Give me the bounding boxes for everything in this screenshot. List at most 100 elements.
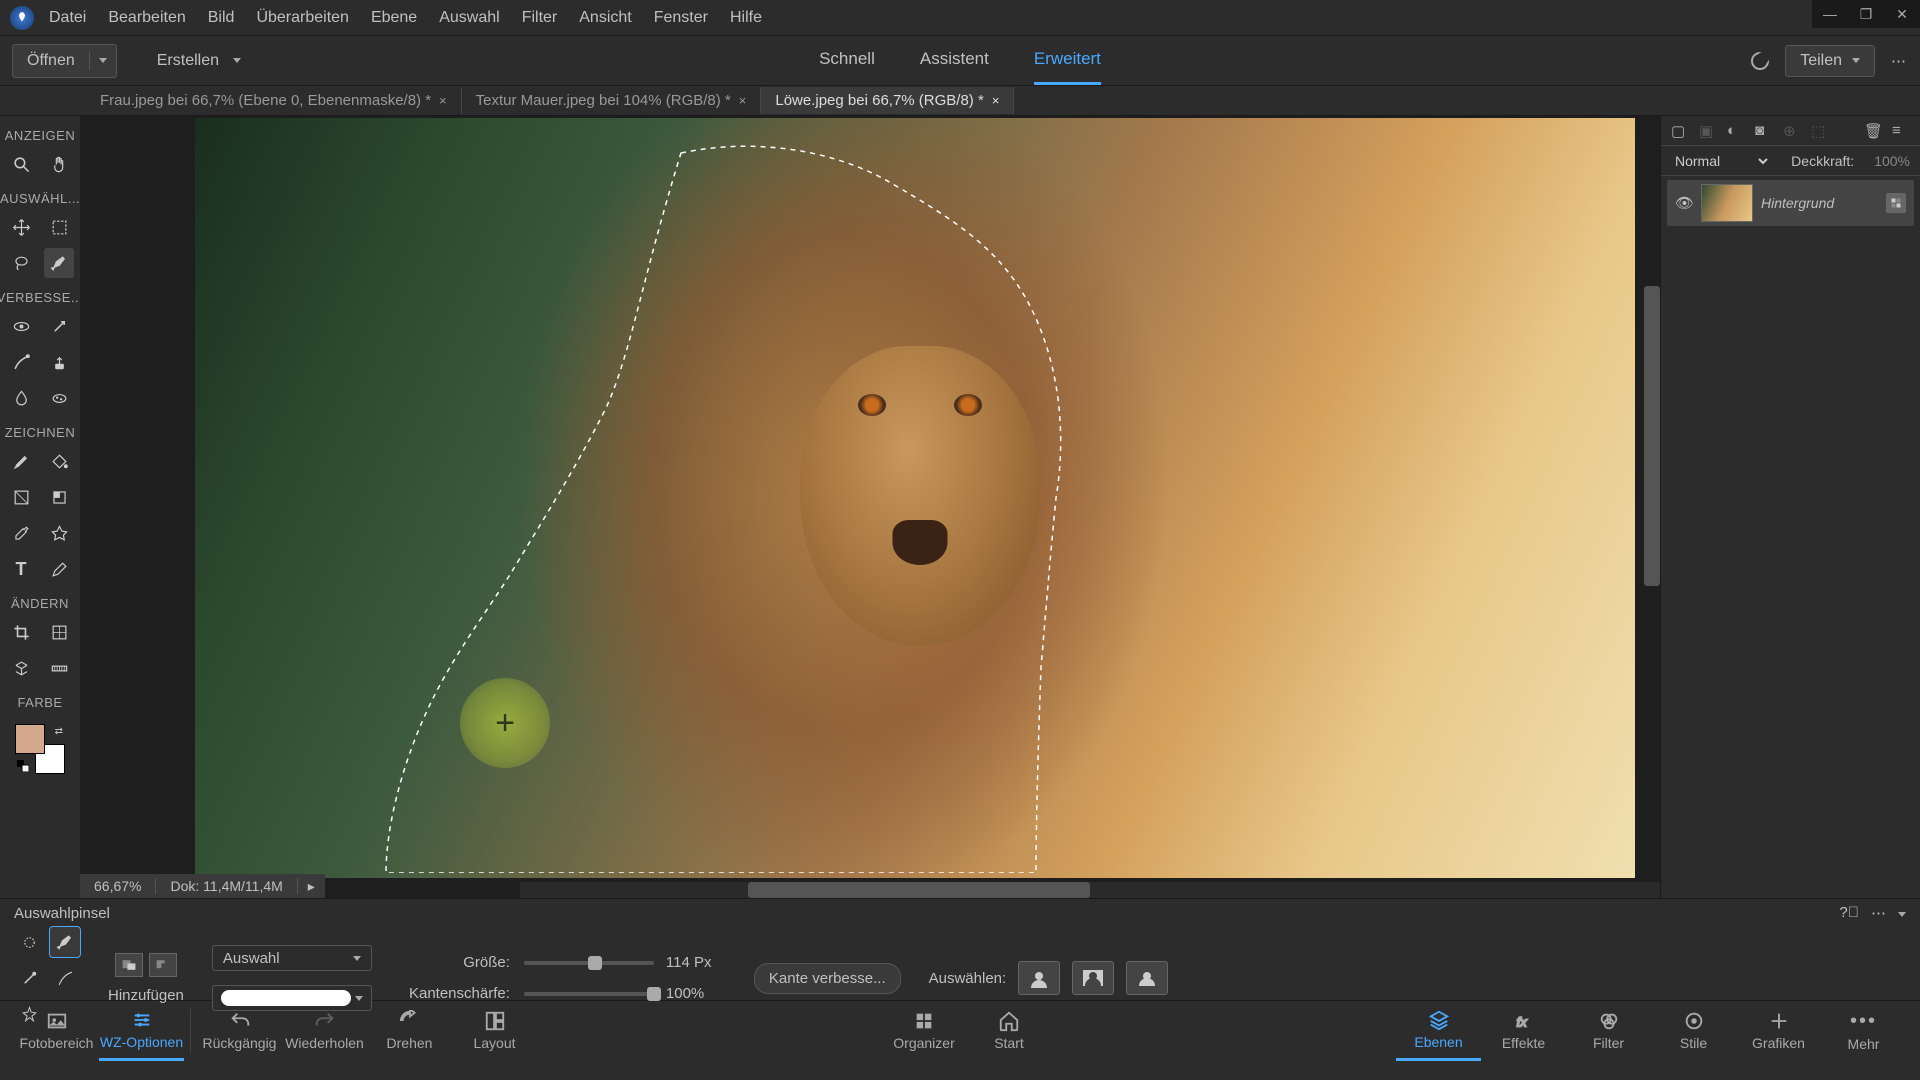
adjustment-layer-icon[interactable]: ◐ xyxy=(1727,122,1745,140)
content-aware-tool[interactable] xyxy=(6,653,36,683)
taskbar-organizer[interactable]: Organizer xyxy=(882,1001,967,1061)
document-tab-2[interactable]: Löwe.jpeg bei 66,7% (RGB/8) * × xyxy=(761,87,1014,114)
menu-ebene[interactable]: Ebene xyxy=(371,9,417,27)
tab-close-button[interactable]: × xyxy=(992,93,1000,108)
redeye-tool[interactable] xyxy=(6,311,36,341)
zoom-level[interactable]: 66,67% xyxy=(80,878,156,894)
brush-tool[interactable] xyxy=(6,446,36,476)
smart-brush-tool[interactable] xyxy=(6,347,36,377)
taskbar-wiederholen[interactable]: Wiederholen xyxy=(282,1001,367,1061)
size-value[interactable]: 114 Px xyxy=(666,954,726,971)
close-button[interactable]: ✕ xyxy=(1884,0,1920,28)
new-group-icon[interactable]: ▣ xyxy=(1699,122,1717,140)
menu-ansicht[interactable]: Ansicht xyxy=(579,9,631,27)
taskbar-filter[interactable]: Filter xyxy=(1566,1001,1651,1061)
panel-menu-icon[interactable]: ≡ xyxy=(1892,122,1910,140)
selection-brush-tool[interactable] xyxy=(44,248,74,278)
share-button[interactable]: Teilen xyxy=(1785,45,1875,77)
menu-bearbeiten[interactable]: Bearbeiten xyxy=(108,9,185,27)
eyedropper-tool[interactable] xyxy=(6,518,36,548)
menu-filter[interactable]: Filter xyxy=(522,9,558,27)
size-slider[interactable] xyxy=(524,961,654,965)
recompose-tool[interactable] xyxy=(44,617,74,647)
taskbar-stile[interactable]: Stile xyxy=(1651,1001,1736,1061)
lock-layers-icon[interactable]: ⬚ xyxy=(1811,122,1829,140)
swap-colors-icon[interactable]: ⇄ xyxy=(55,726,63,737)
layer-lock-icon[interactable] xyxy=(1886,193,1906,213)
tab-schnell[interactable]: Schnell xyxy=(819,36,875,85)
collapse-icon[interactable] xyxy=(1898,904,1906,922)
document-tab-1[interactable]: Textur Mauer.jpeg bei 104% (RGB/8) * × xyxy=(462,87,762,114)
more-icon[interactable]: ⋯ xyxy=(1891,52,1906,70)
text-tool[interactable]: T xyxy=(6,554,36,584)
maximize-button[interactable]: ❐ xyxy=(1848,0,1884,28)
scrollbar-thumb[interactable] xyxy=(748,882,1090,898)
spot-heal-tool[interactable] xyxy=(44,311,74,341)
mode-dropdown[interactable]: Auswahl xyxy=(212,945,372,971)
taskbar-grafiken[interactable]: Grafiken xyxy=(1736,1001,1821,1061)
clone-stamp-tool[interactable] xyxy=(44,347,74,377)
taskbar-wz-optionen[interactable]: WZ-Optionen xyxy=(99,1001,184,1061)
delete-layer-icon[interactable]: 🗑 xyxy=(1864,122,1882,140)
layer-row-background[interactable]: 👁 Hintergrund xyxy=(1667,180,1914,226)
taskbar-effekte[interactable]: fx Effekte xyxy=(1481,1001,1566,1061)
sponge-tool[interactable] xyxy=(44,383,74,413)
default-colors-icon[interactable] xyxy=(17,760,29,772)
refine-edge-button[interactable]: Kante verbesse... xyxy=(754,963,901,994)
shape-tool[interactable] xyxy=(44,518,74,548)
vertical-scrollbar[interactable] xyxy=(1644,286,1660,586)
gradient-tool[interactable] xyxy=(6,482,36,512)
mask-icon[interactable]: ◙ xyxy=(1755,122,1773,140)
tab-close-button[interactable]: × xyxy=(739,93,747,108)
menu-auswahl[interactable]: Auswahl xyxy=(439,9,499,27)
horizontal-scrollbar[interactable] xyxy=(520,882,1660,898)
menu-fenster[interactable]: Fenster xyxy=(654,9,708,27)
minimize-button[interactable]: — xyxy=(1812,0,1848,28)
tab-close-button[interactable]: × xyxy=(439,93,447,108)
taskbar-mehr[interactable]: ••• Mehr xyxy=(1821,1001,1906,1061)
select-background-button[interactable] xyxy=(1072,961,1114,995)
move-tool[interactable] xyxy=(6,212,36,242)
blur-tool[interactable] xyxy=(6,383,36,413)
document-tab-0[interactable]: Frau.jpeg bei 66,7% (Ebene 0, Ebenenmask… xyxy=(86,87,462,114)
add-to-selection-button[interactable] xyxy=(115,953,143,977)
quick-select-tool[interactable] xyxy=(14,927,44,957)
link-layers-icon[interactable]: ⊕ xyxy=(1783,122,1801,140)
menu-hilfe[interactable]: Hilfe xyxy=(730,9,762,27)
taskbar-fotobereich[interactable]: Fotobereich xyxy=(14,1001,99,1061)
subtract-from-selection-button[interactable] xyxy=(149,953,177,977)
hardness-value[interactable]: 100% xyxy=(666,985,726,1002)
opacity-value[interactable]: 100% xyxy=(1874,153,1910,169)
crop-tool[interactable] xyxy=(6,617,36,647)
open-dropdown-button[interactable] xyxy=(90,58,116,63)
open-button[interactable]: Öffnen xyxy=(13,52,90,70)
foreground-color-swatch[interactable] xyxy=(15,724,45,754)
magic-wand-tool[interactable] xyxy=(14,963,44,993)
select-sky-button[interactable] xyxy=(1126,961,1168,995)
taskbar-rueckgaengig[interactable]: Rückgängig xyxy=(197,1001,282,1061)
hardness-slider[interactable] xyxy=(524,992,654,996)
new-layer-icon[interactable]: ▢ xyxy=(1671,122,1689,140)
straighten-tool[interactable] xyxy=(44,653,74,683)
hand-tool[interactable] xyxy=(44,149,74,179)
menu-bild[interactable]: Bild xyxy=(208,9,235,27)
pencil-tool[interactable] xyxy=(44,554,74,584)
taskbar-drehen[interactable]: Drehen xyxy=(367,1001,452,1061)
layer-thumbnail[interactable] xyxy=(1701,184,1753,222)
selection-brush-variant[interactable] xyxy=(50,927,80,957)
taskbar-ebenen[interactable]: Ebenen xyxy=(1396,1001,1481,1061)
taskbar-start[interactable]: Start xyxy=(967,1001,1052,1061)
options-menu-icon[interactable]: ⋯ xyxy=(1871,904,1886,922)
status-menu-icon[interactable]: ▸ xyxy=(298,878,325,895)
taskbar-layout[interactable]: Layout xyxy=(452,1001,537,1061)
tab-erweitert[interactable]: Erweitert xyxy=(1034,36,1101,85)
paint-bucket-tool[interactable] xyxy=(44,446,74,476)
zoom-tool[interactable] xyxy=(6,149,36,179)
layer-name[interactable]: Hintergrund xyxy=(1761,195,1878,211)
document-canvas[interactable]: + xyxy=(195,118,1635,878)
lasso-tool[interactable] xyxy=(6,248,36,278)
select-subject-button[interactable] xyxy=(1018,961,1060,995)
refine-selection-tool[interactable] xyxy=(50,963,80,993)
create-button[interactable]: Erstellen xyxy=(157,52,241,70)
marquee-tool[interactable] xyxy=(44,212,74,242)
